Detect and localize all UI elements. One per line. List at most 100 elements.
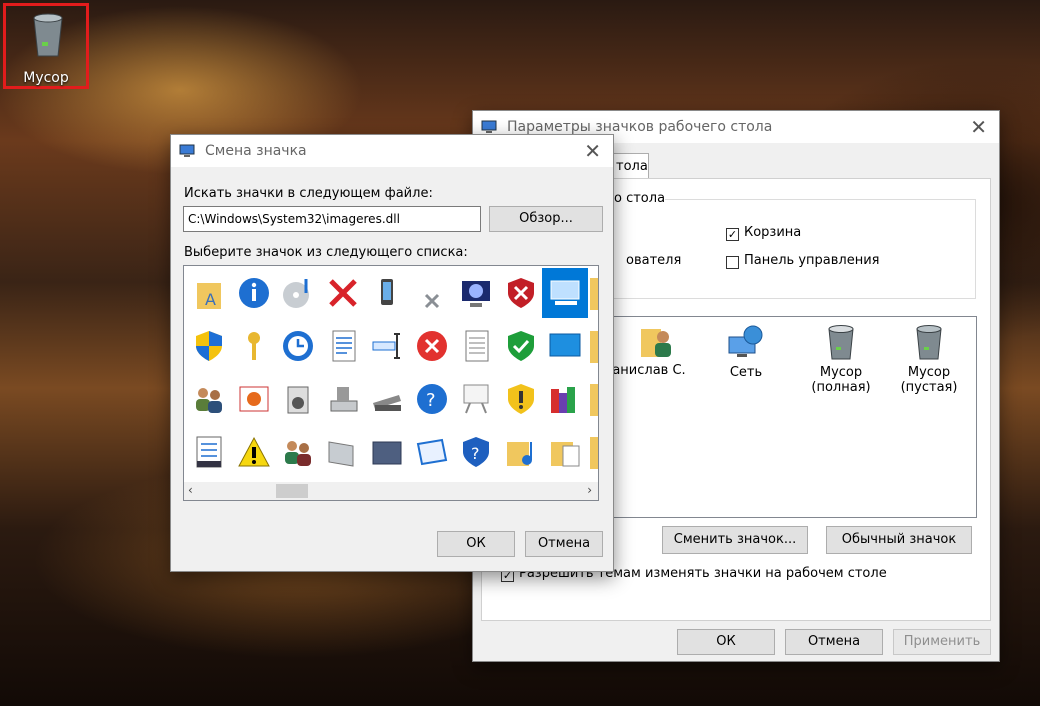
shield-help-icon: ? [463,437,489,467]
slide-icon [416,438,447,466]
scroll-right-icon[interactable]: › [587,483,592,497]
change-icon-button[interactable]: Сменить значок... [662,526,808,554]
icon-grid-cell[interactable] [409,321,455,371]
text-cursor-icon [372,333,400,359]
cancel-button[interactable]: Отмена [525,531,603,557]
list-item-label: Мусор (полная) [811,365,871,395]
library-icon [551,387,575,413]
apply-button[interactable]: Применить [893,629,991,655]
icon-grid-cell[interactable] [542,374,588,424]
list-item[interactable]: Мусор (полная) [801,323,881,395]
desktop-recycle-icon[interactable]: Мусор [3,3,89,89]
icon-grid-cell[interactable] [275,321,321,371]
uac-shield-icon [196,331,222,361]
icon-grid-cell[interactable] [453,374,499,424]
icon-grid-cell[interactable] [409,427,455,477]
music-folder-icon [506,442,532,466]
shield-x-icon [507,278,534,308]
close-icon[interactable]: ✕ [584,139,601,163]
scroll-left-icon[interactable]: ‹ [188,483,193,497]
list-item[interactable]: анислав С. [611,323,701,378]
icon-grid-cell[interactable] [275,427,321,477]
icon-grid-cell[interactable] [275,374,321,424]
icon-grid-cell[interactable] [364,427,410,477]
browse-button[interactable]: Обзор... [489,206,603,232]
default-icon-button[interactable]: Обычный значок [826,526,972,554]
icon-grid-cell-partial[interactable] [590,437,598,469]
icon-grid-cell[interactable] [364,374,410,424]
icon-grid-cell[interactable]: A [186,268,232,318]
ok-button[interactable]: ОК [437,531,515,557]
tab-label: тола [616,159,648,174]
icon-grid-cell[interactable] [542,268,588,318]
trash-full-icon [828,325,854,360]
icon-grid-cell[interactable] [498,374,544,424]
red-x-icon [328,279,357,307]
recycle-checkbox[interactable]: ✓ [726,228,739,241]
trash-icon [33,13,63,57]
icon-grid-cell[interactable] [231,321,277,371]
icon-grid-cell[interactable] [320,374,366,424]
titlebar: Смена значка ✕ [171,135,613,167]
icon-grid-cell[interactable]: ? [453,427,499,477]
icon-grid-cell[interactable] [409,268,455,318]
user-files-checkbox-label: ователя [626,253,682,268]
users-2-icon [285,441,311,466]
change-icon-dialog: Смена значка ✕ Искать значки в следующем… [170,134,614,572]
ok-button[interactable]: ОК [677,629,775,655]
file-path-input[interactable] [183,206,481,232]
blank-document-icon [465,330,489,362]
folder-a-icon: A [197,283,221,309]
icon-grid-cell[interactable] [364,321,410,371]
scroll-thumb[interactable] [276,484,308,498]
document-icon [332,330,355,362]
icon-grid-cell[interactable] [364,268,410,318]
icon-grid-cell[interactable] [453,268,499,318]
icon-grid-cell[interactable] [498,268,544,318]
monitor-blue-icon [549,333,581,357]
user-folder-icon [641,329,671,357]
tab-desktop-icons[interactable]: тола [613,153,649,179]
list-item[interactable]: Мусор (пустая) [889,323,969,395]
users-icon [196,388,222,413]
svg-text:?: ? [426,390,436,411]
control-panel-checkbox[interactable] [726,256,739,269]
scanner-icon [373,395,401,411]
list-item[interactable]: Сеть [711,323,781,380]
list-item-label: Сеть [729,365,763,380]
monitor-icon [481,120,497,133]
icon-grid-cell[interactable] [498,427,544,477]
doc-folder-icon [551,442,580,467]
cancel-button[interactable]: Отмена [785,629,883,655]
trash-empty-icon [916,325,942,360]
monitor-icon [462,281,490,307]
icon-grid-cell[interactable] [186,427,232,477]
icon-grid-cell-partial[interactable] [590,331,598,363]
pipe-icon [328,441,353,467]
icon-grid-cell[interactable] [542,321,588,371]
dialog-title: Параметры значков рабочего стола [507,119,773,135]
icon-grid-cell[interactable] [542,427,588,477]
clock-sync-icon [283,331,313,361]
icon-grid-cell[interactable] [186,374,232,424]
horizontal-scrollbar[interactable]: ‹ › [184,482,598,500]
icon-grid-cell[interactable] [275,268,321,318]
icon-grid-cell[interactable] [498,321,544,371]
icon-grid-cell[interactable] [320,427,366,477]
icon-grid-cell[interactable] [231,427,277,477]
icon-grid-cell[interactable] [320,268,366,318]
icon-grid-cell[interactable] [231,268,277,318]
icon-grid-cell[interactable] [453,321,499,371]
icon-grid-cell[interactable] [186,321,232,371]
computer-selected-icon [550,280,580,305]
media-box-icon [287,386,309,414]
icon-grid-cell[interactable]: ? [409,374,455,424]
icon-grid-cell-partial[interactable] [590,278,598,310]
icon-grid[interactable]: A?? ‹ › [183,265,599,501]
close-icon[interactable]: ✕ [970,115,987,139]
icon-grid-cell[interactable] [320,321,366,371]
icon-grid-cell-partial[interactable] [590,384,598,416]
shield-warning-icon [507,384,534,414]
icon-grid-cell[interactable] [231,374,277,424]
picture-icon [239,386,268,412]
